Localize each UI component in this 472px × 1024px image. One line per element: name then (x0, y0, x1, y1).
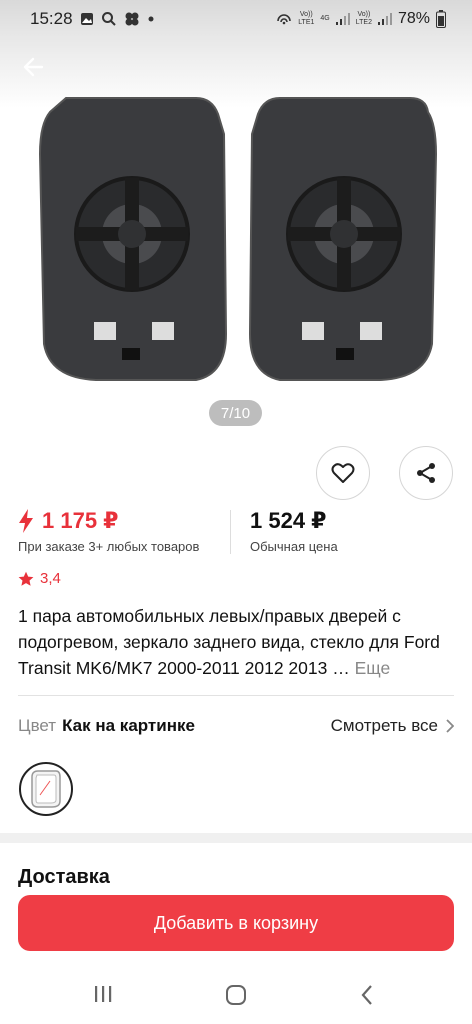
regular-price: 1 524 ₽ (250, 508, 327, 533)
heart-icon (331, 463, 355, 483)
fan-icon (125, 12, 139, 26)
product-image-left-mirror (38, 97, 228, 381)
status-time: 15:28 (30, 9, 73, 28)
recent-apps-icon[interactable] (93, 984, 113, 1004)
more-link[interactable]: Еще (355, 658, 391, 678)
discount-note: При заказе 3+ любых товаров (18, 539, 200, 554)
delivery-heading: Доставка (18, 866, 110, 888)
signal-icon-2 (377, 13, 392, 25)
see-all-link[interactable]: Смотреть все (331, 716, 454, 736)
color-value: Как на картинке (62, 716, 195, 735)
product-title: 1 пара автомобильных левых/правых дверей… (18, 606, 440, 678)
favorite-button[interactable] (316, 446, 370, 500)
chevron-right-icon (446, 719, 454, 733)
back-button[interactable] (18, 52, 48, 82)
home-icon[interactable] (225, 984, 247, 1006)
rating[interactable]: 3,4 (18, 570, 61, 587)
network-1: Vo)) LTE1 (298, 11, 315, 26)
color-selector-row[interactable]: Цвет Как на картинке Смотреть все (18, 716, 454, 736)
mirror-thumbnail-icon (31, 770, 61, 808)
star-icon (18, 571, 34, 586)
signal-icon (335, 13, 350, 25)
battery-level: 78% (397, 10, 430, 27)
discount-price: 1 175 ₽ (42, 508, 119, 533)
regular-price-block: 1 524 ₽ Обычная цена (250, 508, 338, 554)
section-separator (0, 833, 472, 843)
regular-note: Обычная цена (250, 539, 338, 554)
lightning-icon (19, 509, 33, 533)
rating-value: 3,4 (40, 570, 61, 587)
system-nav-bar (0, 968, 472, 1024)
battery-icon (436, 10, 446, 28)
product-image-right-mirror (248, 97, 438, 381)
color-swatch-selected[interactable] (19, 762, 73, 816)
add-to-cart-button[interactable]: Добавить в корзину (18, 895, 454, 951)
price-divider (230, 510, 231, 554)
search-icon (101, 12, 116, 26)
share-icon (417, 463, 435, 483)
back-nav-icon[interactable] (360, 984, 374, 1006)
dot-icon (148, 16, 154, 22)
share-button[interactable] (399, 446, 453, 500)
network-2: Vo)) LTE2 (355, 11, 372, 26)
arrow-left-icon (23, 57, 44, 77)
network-type: 4G (320, 15, 330, 22)
discount-price-block: 1 175 ₽ При заказе 3+ любых товаров (18, 508, 199, 554)
color-label: Цвет (18, 716, 57, 735)
product-gallery[interactable]: 7/10 (0, 38, 472, 440)
hotspot-icon (277, 14, 291, 25)
gallery-page-indicator: 7/10 (209, 400, 262, 426)
status-bar: 15:28 Vo)) LTE1 4G Vo)) LTE2 78% (0, 0, 472, 38)
divider (18, 695, 454, 696)
gallery-icon (80, 13, 93, 25)
